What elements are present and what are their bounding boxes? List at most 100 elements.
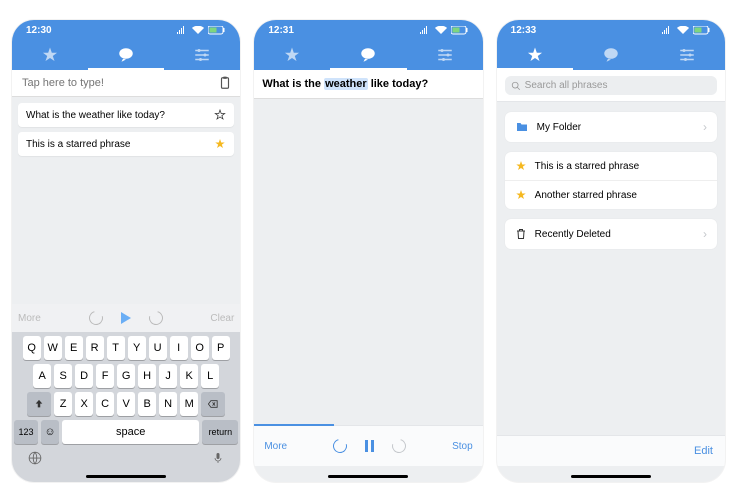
key-a[interactable]: A: [33, 364, 51, 388]
tab-indicator: [88, 68, 164, 70]
key-w[interactable]: W: [44, 336, 62, 360]
pause-icon[interactable]: [365, 440, 374, 452]
status-icons: [661, 26, 711, 35]
tab-favorites[interactable]: [254, 40, 330, 70]
tab-settings[interactable]: [407, 40, 483, 70]
key-g[interactable]: G: [117, 364, 135, 388]
tab-text[interactable]: [573, 40, 649, 70]
key-o[interactable]: O: [191, 336, 209, 360]
numbers-key[interactable]: 123: [14, 420, 38, 444]
tab-text[interactable]: [330, 40, 406, 70]
home-indicator[interactable]: [86, 475, 166, 478]
tab-indicator: [330, 68, 406, 70]
key-m[interactable]: M: [180, 392, 198, 416]
folder-card[interactable]: My Folder ›: [505, 112, 717, 142]
key-j[interactable]: J: [159, 364, 177, 388]
rewind-icon[interactable]: [331, 436, 350, 455]
search-icon: [511, 81, 521, 91]
starred-phrase-item[interactable]: This is a starred phrase: [505, 152, 717, 181]
tab-bar: [497, 40, 725, 70]
status-bar: 12:31: [254, 20, 482, 40]
tab-settings[interactable]: [649, 40, 725, 70]
more-button[interactable]: More: [18, 313, 41, 324]
play-icon[interactable]: [121, 312, 131, 324]
action-toolbar: More Clear: [12, 304, 240, 332]
signal-icon: [419, 26, 431, 34]
key-e[interactable]: E: [65, 336, 83, 360]
key-t[interactable]: T: [107, 336, 125, 360]
tab-indicator: [497, 68, 573, 70]
key-c[interactable]: C: [96, 392, 114, 416]
key-i[interactable]: I: [170, 336, 188, 360]
shift-key[interactable]: [27, 392, 51, 416]
chevron-right-icon: ›: [703, 120, 707, 134]
battery-icon: [693, 26, 711, 35]
space-key[interactable]: space: [62, 420, 199, 444]
key-q[interactable]: Q: [23, 336, 41, 360]
text-input[interactable]: [20, 76, 218, 90]
phrase-list: What is the weather like today? This is …: [12, 97, 240, 162]
key-b[interactable]: B: [138, 392, 156, 416]
edit-button[interactable]: Edit: [694, 445, 713, 457]
speaking-text: What is the weather like today?: [254, 70, 482, 99]
key-u[interactable]: U: [149, 336, 167, 360]
return-key[interactable]: return: [202, 420, 238, 444]
forward-icon[interactable]: [390, 436, 409, 455]
screen-favorites: 12:33 Search all phrases My Folder ›: [497, 20, 725, 482]
screen-speaking: 12:31 What is the weather like today? Mo…: [254, 20, 482, 482]
key-d[interactable]: D: [75, 364, 93, 388]
key-k[interactable]: K: [180, 364, 198, 388]
key-h[interactable]: H: [138, 364, 156, 388]
tab-text[interactable]: [88, 40, 164, 70]
clear-button[interactable]: Clear: [210, 313, 234, 324]
key-f[interactable]: F: [96, 364, 114, 388]
globe-icon[interactable]: [28, 451, 42, 465]
key-l[interactable]: L: [201, 364, 219, 388]
key-r[interactable]: R: [86, 336, 104, 360]
tab-bar: [12, 40, 240, 70]
keyboard-bottom: [14, 448, 238, 468]
home-indicator[interactable]: [328, 475, 408, 478]
key-p[interactable]: P: [212, 336, 230, 360]
phrase-item[interactable]: This is a starred phrase: [18, 132, 234, 156]
keyboard-row-4: 123 ☺ space return: [14, 420, 238, 444]
search-input[interactable]: Search all phrases: [505, 76, 717, 95]
keyboard-row-1: QWERTYUIOP: [14, 336, 238, 360]
key-z[interactable]: Z: [54, 392, 72, 416]
deleted-card[interactable]: Recently Deleted ›: [505, 219, 717, 249]
tab-favorites[interactable]: [497, 40, 573, 70]
clock: 12:31: [268, 25, 294, 36]
status-icons: [419, 26, 469, 35]
backspace-key[interactable]: [201, 392, 225, 416]
starred-card: This is a starred phrase Another starred…: [505, 152, 717, 209]
more-button[interactable]: More: [264, 441, 287, 452]
text-input-row[interactable]: [12, 70, 240, 97]
tab-settings[interactable]: [164, 40, 240, 70]
status-bar: 12:33: [497, 20, 725, 40]
wifi-icon: [435, 26, 447, 34]
clipboard-icon[interactable]: [218, 76, 232, 90]
key-s[interactable]: S: [54, 364, 72, 388]
forward-icon[interactable]: [146, 308, 165, 327]
tab-favorites[interactable]: [12, 40, 88, 70]
emoji-key[interactable]: ☺: [41, 420, 59, 444]
key-y[interactable]: Y: [128, 336, 146, 360]
mic-icon[interactable]: [212, 451, 224, 465]
key-v[interactable]: V: [117, 392, 135, 416]
rewind-icon[interactable]: [86, 308, 105, 327]
star-filled-icon: [515, 189, 527, 201]
starred-phrase-item[interactable]: Another starred phrase: [505, 181, 717, 209]
home-indicator[interactable]: [571, 475, 651, 478]
keyboard-row-2: ASDFGHJKL: [14, 364, 238, 388]
key-x[interactable]: X: [75, 392, 93, 416]
star-filled-icon[interactable]: [214, 138, 226, 150]
key-n[interactable]: N: [159, 392, 177, 416]
phrase-item[interactable]: What is the weather like today?: [18, 103, 234, 127]
trash-icon: [515, 227, 527, 241]
star-outline-icon[interactable]: [214, 109, 226, 121]
status-icons: [176, 26, 226, 35]
screen-type: 12:30 What is the weather like today? Th…: [12, 20, 240, 482]
stop-button[interactable]: Stop: [452, 441, 473, 452]
progress-bar[interactable]: [254, 424, 334, 426]
edit-toolbar: Edit: [497, 435, 725, 466]
